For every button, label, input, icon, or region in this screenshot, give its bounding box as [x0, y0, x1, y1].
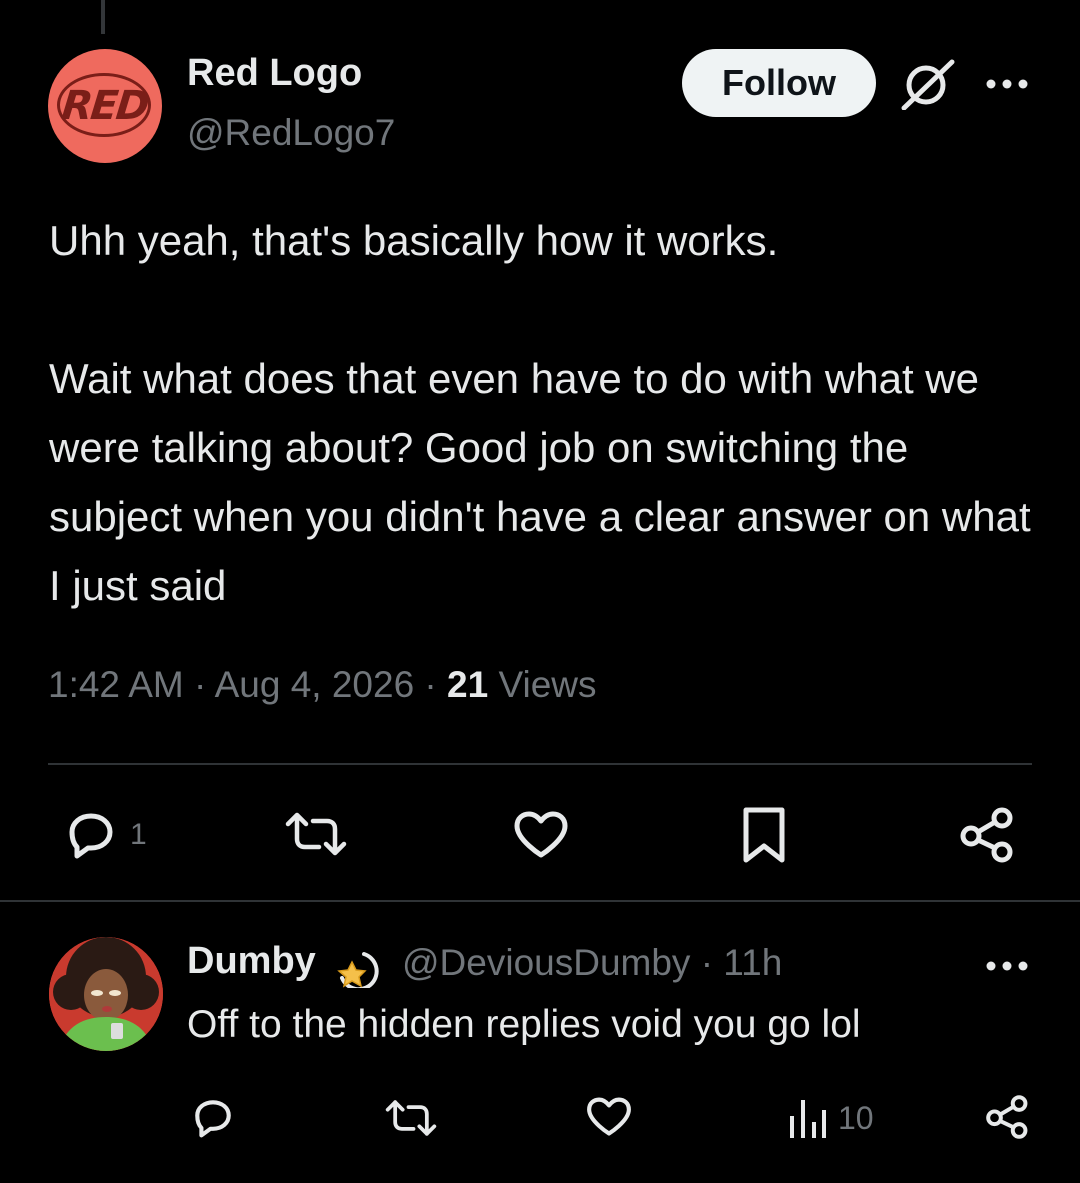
- reply-button[interactable]: 1: [62, 810, 147, 860]
- reply-text: Off to the hidden replies void you go lo…: [187, 1003, 861, 1046]
- avatar-logo-text: RED: [59, 83, 151, 129]
- author-name[interactable]: Red Logo: [187, 52, 362, 95]
- reply-author-handle[interactable]: @DeviousDumby · 11h: [402, 942, 782, 984]
- reply-button[interactable]: [189, 1096, 237, 1140]
- views-count: 21: [447, 664, 489, 705]
- tweet-paragraph-1: Uhh yeah, that's basically how it works.: [49, 217, 779, 264]
- reply-count: 1: [130, 818, 147, 851]
- share-button[interactable]: [984, 1094, 1032, 1140]
- retweet-button[interactable]: [284, 810, 348, 858]
- like-icon: [587, 1097, 631, 1136]
- views-button[interactable]: 10: [788, 1096, 874, 1140]
- views-label: Views: [498, 664, 597, 705]
- retweet-icon: [285, 812, 347, 856]
- reply-author-name[interactable]: Dumby: [187, 940, 316, 983]
- avatar[interactable]: [49, 937, 163, 1051]
- share-icon: [960, 807, 1013, 863]
- reply-icon: [195, 1100, 231, 1138]
- views-icon: [790, 1100, 826, 1138]
- reply-icon: [69, 813, 113, 859]
- views-count: 10: [838, 1099, 874, 1136]
- divider: [0, 900, 1080, 902]
- shooting-star-icon: [337, 952, 379, 988]
- avatar[interactable]: RED: [48, 49, 162, 163]
- share-button[interactable]: [958, 806, 1018, 864]
- avatar-illustration: [49, 937, 163, 1051]
- follow-button[interactable]: Follow: [682, 49, 876, 117]
- like-button[interactable]: [585, 1096, 633, 1138]
- more-icon[interactable]: [982, 952, 1032, 980]
- like-button[interactable]: [512, 810, 570, 860]
- share-icon: [986, 1095, 1028, 1139]
- grok-icon[interactable]: [898, 58, 956, 110]
- timestamp[interactable]: 1:42 AM · Aug 4, 2026 ·: [48, 664, 447, 705]
- tweet-paragraph-2: Wait what does that even have to do with…: [49, 355, 1031, 609]
- bookmark-icon: [743, 807, 785, 863]
- bookmark-button[interactable]: [740, 806, 788, 864]
- divider: [48, 763, 1032, 765]
- tweet-text: Uhh yeah, that's basically how it works.…: [49, 206, 1049, 620]
- thread-connector-line: [101, 0, 105, 34]
- more-icon[interactable]: [982, 70, 1032, 98]
- author-handle[interactable]: @RedLogo7: [187, 112, 395, 154]
- retweet-icon: [385, 1100, 437, 1136]
- retweet-button[interactable]: [384, 1098, 438, 1138]
- tweet-meta: 1:42 AM · Aug 4, 2026 · 21 Views: [48, 664, 597, 706]
- like-icon: [514, 811, 568, 858]
